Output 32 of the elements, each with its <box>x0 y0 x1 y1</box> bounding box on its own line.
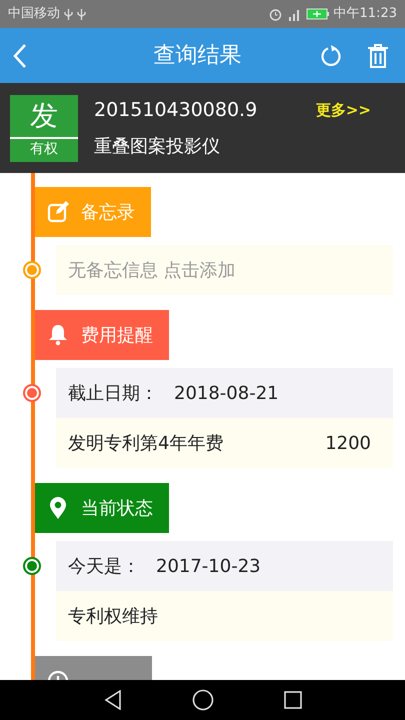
section-title: 当前状态 <box>81 496 153 520</box>
edit-icon <box>47 200 69 224</box>
more-link[interactable]: 更多>> <box>316 99 371 122</box>
date-value: 2018-08-21 <box>174 382 279 406</box>
patent-number: 201510430080.9 <box>94 98 258 124</box>
bell-icon <box>47 323 69 347</box>
status-badge: 发 有权 <box>10 94 78 162</box>
date-label: 截止日期： <box>68 382 158 406</box>
battery-icon <box>306 8 330 20</box>
location-pin-icon <box>47 496 69 520</box>
page-title: 查询结果 <box>154 43 242 68</box>
timeline-dot <box>23 557 41 575</box>
section-title: 备忘录 <box>81 200 135 224</box>
home-icon[interactable] <box>192 689 214 711</box>
refresh-icon[interactable] <box>319 44 343 68</box>
date-label: 今天是： <box>68 554 140 578</box>
date-value: 2017-10-23 <box>156 554 261 578</box>
fee-amount: 1200 <box>325 432 371 456</box>
usb-icon <box>77 8 86 20</box>
trash-icon[interactable] <box>367 44 389 68</box>
carrier-name: 中国移动 <box>8 5 60 24</box>
patent-name: 重叠图案投影仪 <box>94 136 220 157</box>
back-icon[interactable] <box>104 690 122 710</box>
timeline-dot <box>23 261 41 279</box>
row-text: 发明专利第4年年费 <box>68 432 224 456</box>
usb-icon <box>64 8 73 20</box>
alarm-icon <box>268 8 282 20</box>
timeline-dot <box>23 384 41 402</box>
row-text: 专利权维持 <box>68 604 158 628</box>
clock-time: 中午11:23 <box>334 5 397 24</box>
recents-icon[interactable] <box>284 691 302 709</box>
section-title: 费用提醒 <box>81 324 153 348</box>
